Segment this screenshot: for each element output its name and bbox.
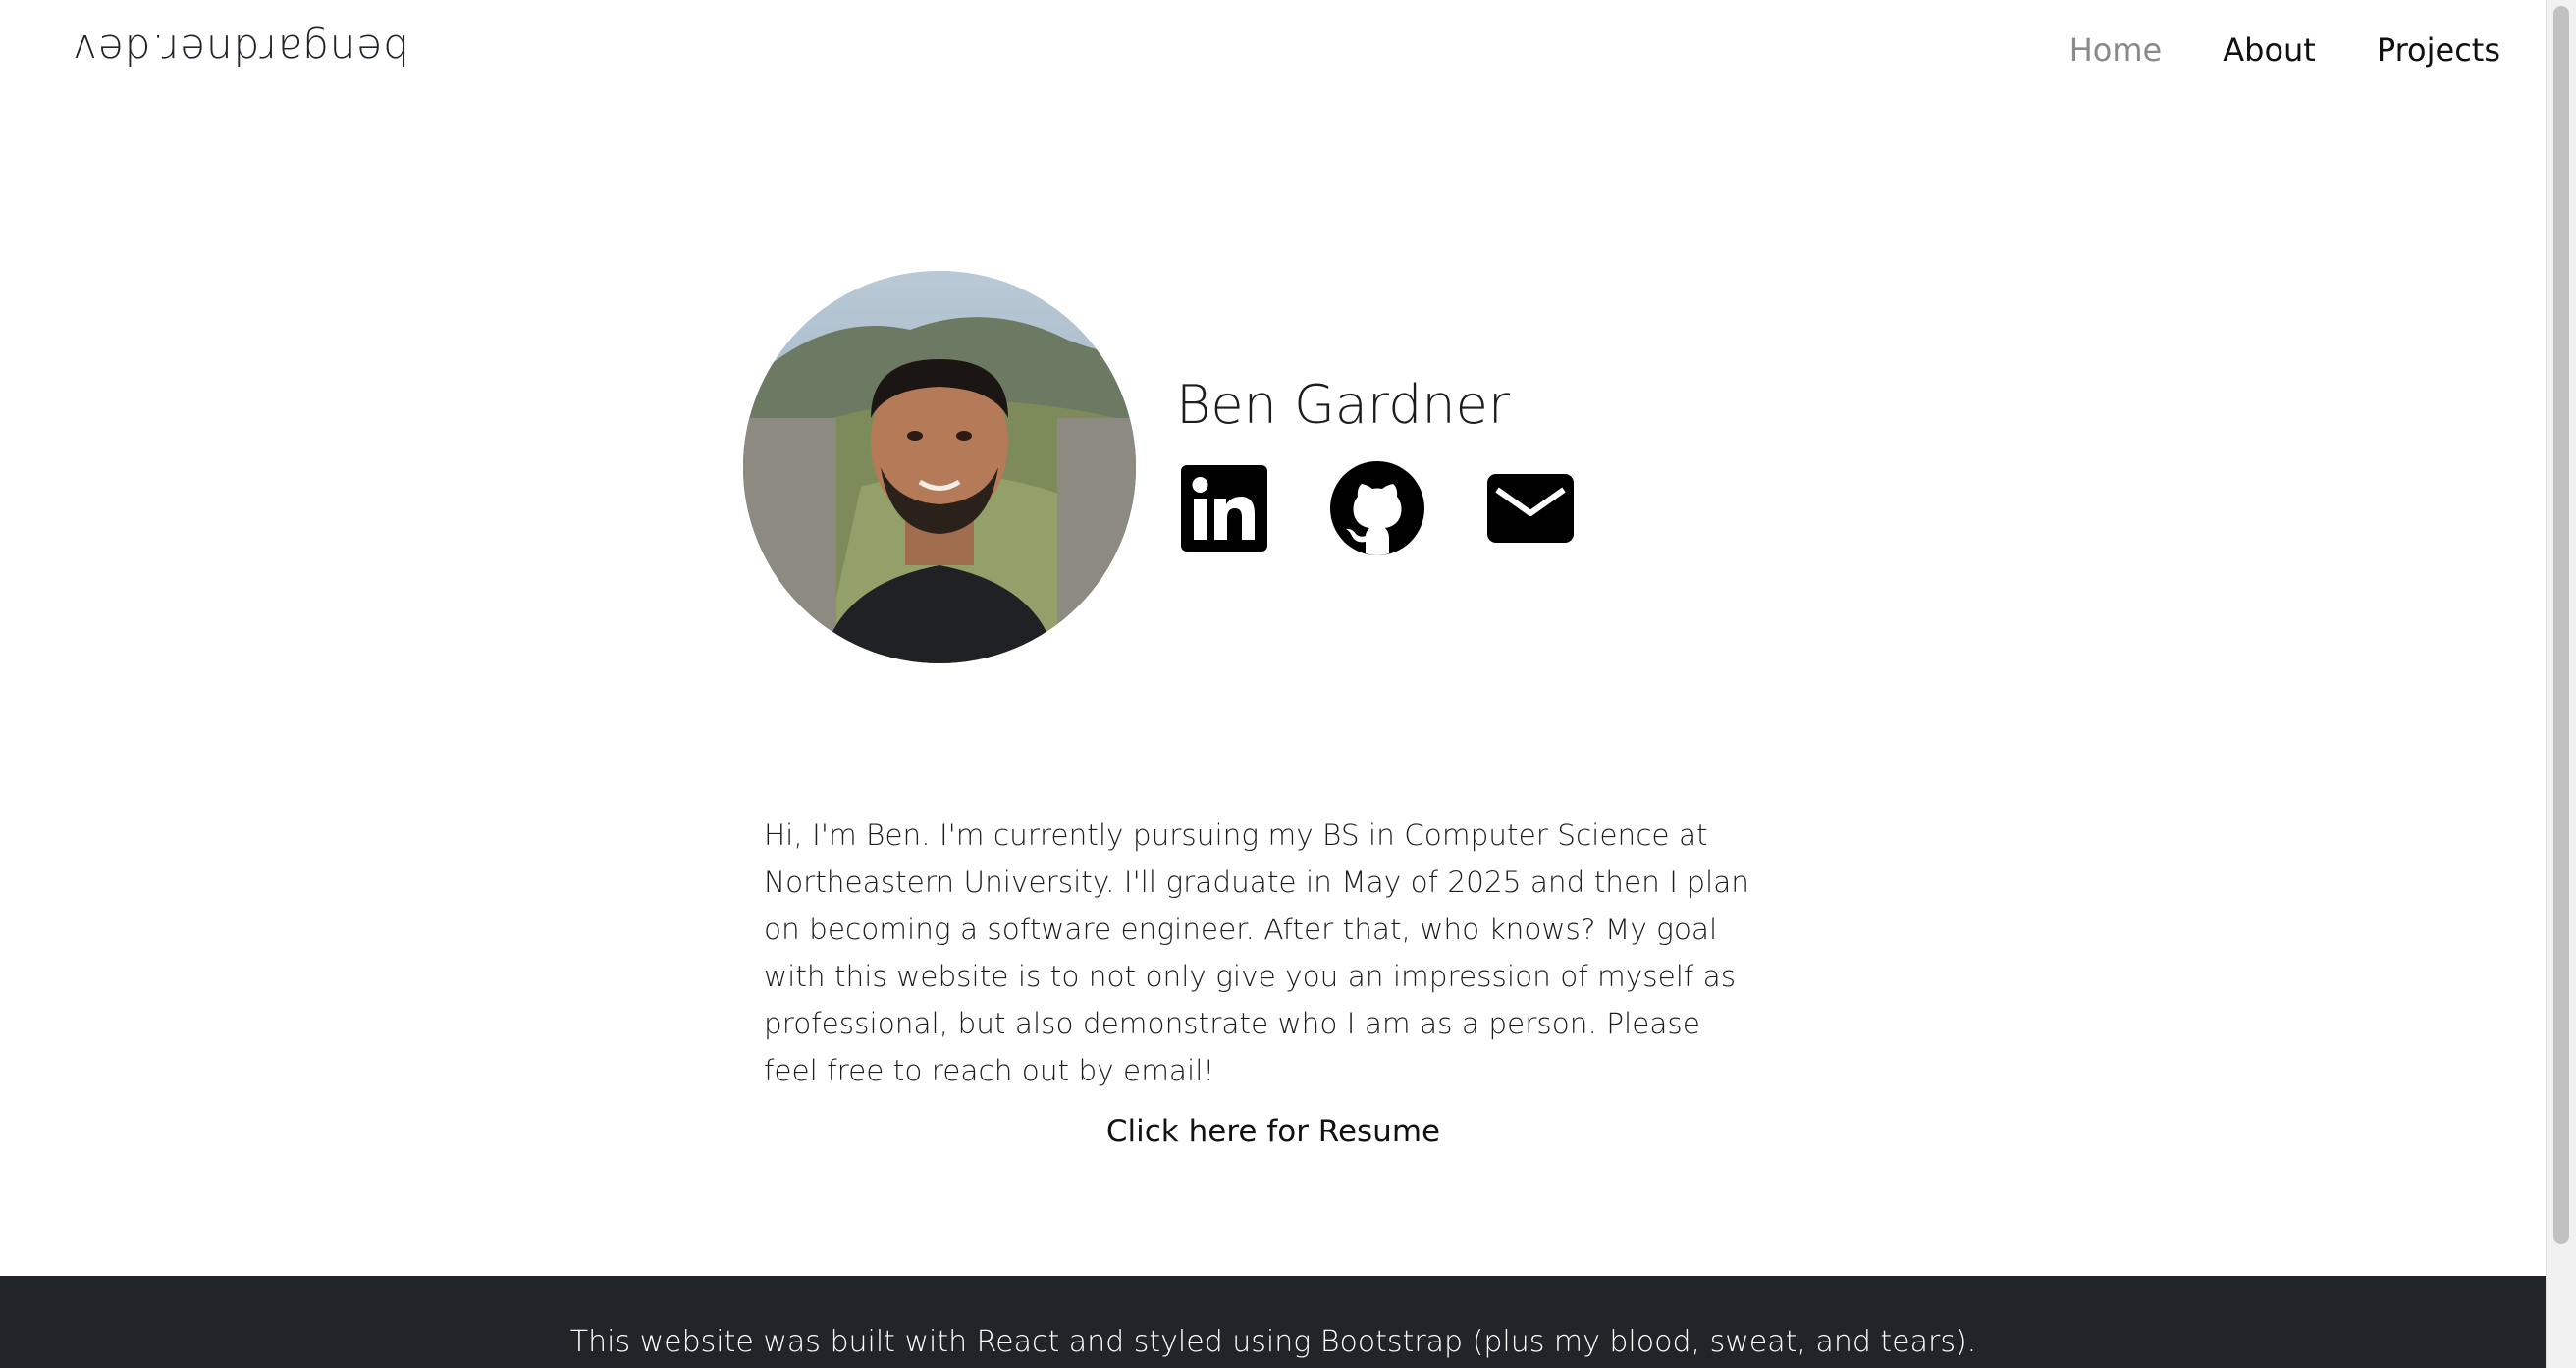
avatar <box>743 271 1136 663</box>
email-link[interactable] <box>1485 472 1576 549</box>
profile-name: Ben Gardner <box>1176 374 1511 436</box>
scrollbar-thumb[interactable] <box>2553 6 2569 1244</box>
brand-logo[interactable]: bengardner.dev <box>72 26 409 74</box>
nav-links: Home About Projects <box>2069 31 2500 69</box>
github-icon <box>1330 461 1424 555</box>
nav-home[interactable]: Home <box>2069 31 2163 69</box>
scrollbar[interactable] <box>2546 0 2576 1368</box>
nav-projects[interactable]: Projects <box>2377 31 2500 69</box>
profile-header: Ben Gardner <box>743 271 1823 667</box>
social-links <box>1179 459 1576 561</box>
avatar-photo <box>743 271 1136 663</box>
resume-link[interactable]: Click here for Resume <box>0 1114 2547 1149</box>
bio-paragraph: Hi, I'm Ben. I'm currently pursuing my B… <box>764 817 1749 1087</box>
footer-text: This website was built with React and st… <box>569 1325 1977 1359</box>
linkedin-link[interactable] <box>1179 463 1269 557</box>
linkedin-icon <box>1181 465 1267 552</box>
navbar: bengardner.dev Home About Projects <box>0 0 2547 108</box>
github-link[interactable] <box>1328 459 1426 561</box>
nav-about[interactable]: About <box>2223 31 2316 69</box>
footer: This website was built with React and st… <box>0 1276 2547 1368</box>
mail-icon <box>1487 474 1574 543</box>
